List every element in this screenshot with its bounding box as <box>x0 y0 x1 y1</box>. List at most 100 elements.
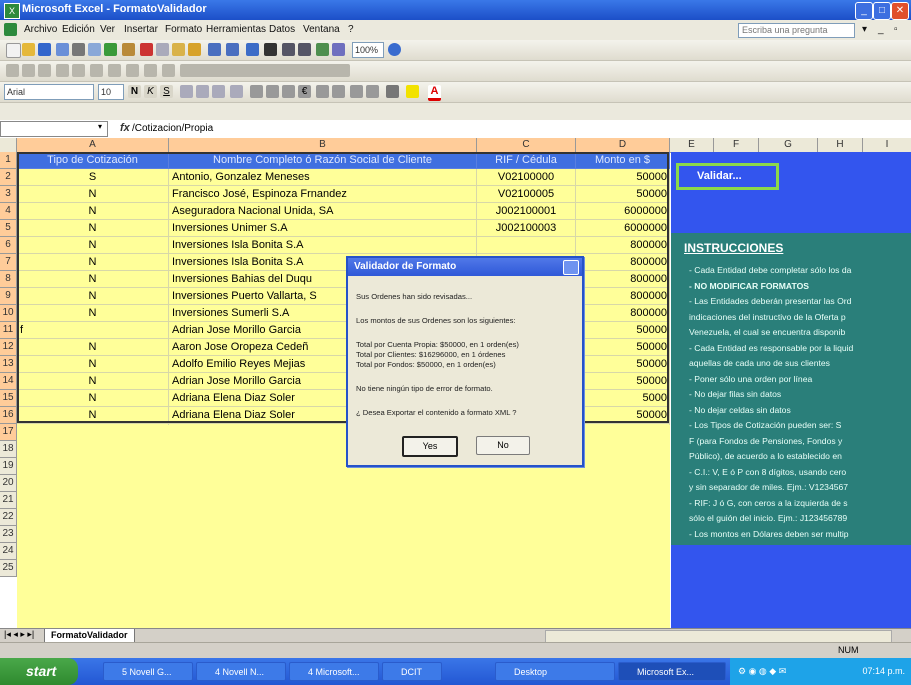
close-button[interactable]: ✕ <box>891 2 909 20</box>
table-cell[interactable]: N <box>17 203 169 220</box>
table-cell[interactable]: N <box>17 271 169 288</box>
row-header[interactable]: 21 <box>0 492 17 509</box>
table-cell[interactable]: 800000 <box>576 288 670 305</box>
row-header[interactable]: 6 <box>0 237 17 254</box>
table-cell[interactable]: 800000 <box>576 305 670 322</box>
dialog-close-icon[interactable] <box>563 260 579 275</box>
table-cell[interactable]: N <box>17 288 169 305</box>
font-size-box[interactable]: 10 <box>98 84 124 100</box>
table-cell[interactable]: N <box>17 254 169 271</box>
task-item[interactable]: 5 Novell G... <box>103 662 193 681</box>
decrease-indent-icon[interactable] <box>350 85 363 98</box>
table-cell[interactable]: N <box>17 339 169 356</box>
row-header[interactable]: 24 <box>0 543 17 560</box>
zoom-box[interactable]: 100% <box>352 42 384 58</box>
table-cell[interactable]: N <box>17 237 169 254</box>
row-header[interactable]: 10 <box>0 305 17 322</box>
review-icon-9[interactable] <box>144 64 157 77</box>
review-icon-6[interactable] <box>90 64 103 77</box>
drawing-icon[interactable] <box>332 43 345 56</box>
help-icon[interactable] <box>388 43 401 56</box>
column-header-d[interactable]: D <box>576 138 670 153</box>
table-cell[interactable]: N <box>17 373 169 390</box>
save-icon[interactable] <box>38 43 51 56</box>
table-cell[interactable]: 5000 <box>576 390 670 407</box>
row-header[interactable]: 7 <box>0 254 17 271</box>
open-icon[interactable] <box>22 43 35 56</box>
select-all-corner[interactable] <box>0 138 17 153</box>
ask-dropdown-icon[interactable]: ▾ <box>862 24 867 35</box>
table-cell[interactable]: 50000 <box>576 407 670 424</box>
euro-icon[interactable]: € <box>298 85 311 98</box>
name-box[interactable] <box>0 121 108 137</box>
menu-herramientas[interactable]: Herramientas <box>206 24 266 35</box>
row-header[interactable]: 13 <box>0 356 17 373</box>
table-cell[interactable]: N <box>17 390 169 407</box>
table-cell[interactable]: N <box>17 305 169 322</box>
review-icon-5[interactable] <box>72 64 85 77</box>
row-header[interactable]: 5 <box>0 220 17 237</box>
row-header[interactable]: 19 <box>0 458 17 475</box>
no-button[interactable]: No <box>476 436 530 455</box>
formula-input[interactable]: /Cotizacion/Propia <box>132 123 213 134</box>
review-commands-area[interactable] <box>180 64 350 77</box>
table-cell[interactable]: 50000 <box>576 169 670 186</box>
underline-icon[interactable]: S <box>160 85 173 98</box>
undo-icon[interactable] <box>208 43 221 56</box>
table-cell[interactable]: 800000 <box>576 271 670 288</box>
cut-icon[interactable] <box>140 43 153 56</box>
sheet-tab-formatovalidador[interactable]: FormatoValidador <box>44 629 135 643</box>
fx-icon[interactable]: fx <box>120 122 130 134</box>
column-header-g[interactable]: G <box>759 138 818 153</box>
row-header[interactable]: 25 <box>0 560 17 577</box>
align-left-icon[interactable] <box>180 85 193 98</box>
bold-icon[interactable]: N <box>128 85 141 98</box>
table-cell[interactable]: 6000000 <box>576 203 670 220</box>
row-header[interactable]: 18 <box>0 441 17 458</box>
row-header[interactable]: 23 <box>0 526 17 543</box>
table-cell[interactable]: Francisco José, Espinoza Frnandez <box>169 186 477 203</box>
menu-ventana[interactable]: Ventana <box>303 24 340 35</box>
row-header[interactable]: 15 <box>0 390 17 407</box>
row-header[interactable]: 3 <box>0 186 17 203</box>
menu-edicion[interactable]: Edición <box>62 24 95 35</box>
table-cell[interactable]: J002100001 <box>477 203 576 220</box>
row-header[interactable]: 16 <box>0 407 17 424</box>
table-cell[interactable]: 50000 <box>576 339 670 356</box>
column-header-e[interactable]: E <box>670 138 714 153</box>
task-item[interactable]: Desktop <box>495 662 615 681</box>
table-header-cell[interactable]: Monto en $ <box>576 152 670 169</box>
menu-archivo[interactable]: Archivo <box>24 24 57 35</box>
review-icon-10[interactable] <box>162 64 175 77</box>
review-icon-3[interactable] <box>38 64 51 77</box>
column-header-f[interactable]: F <box>714 138 759 153</box>
spelling-icon[interactable] <box>104 43 117 56</box>
workbook-icon[interactable] <box>4 23 17 36</box>
hyperlink-icon[interactable] <box>246 43 259 56</box>
table-cell[interactable]: N <box>17 407 169 424</box>
autosum-icon[interactable] <box>264 43 277 56</box>
menu-datos[interactable]: Datos <box>269 24 295 35</box>
task-item[interactable]: DCIT <box>382 662 442 681</box>
column-header-a[interactable]: A <box>17 138 169 153</box>
merge-center-icon[interactable] <box>230 85 243 98</box>
row-header[interactable]: 4 <box>0 203 17 220</box>
row-header[interactable]: 22 <box>0 509 17 526</box>
sort-descending-icon[interactable] <box>298 43 311 56</box>
row-header[interactable]: 12 <box>0 339 17 356</box>
italic-icon[interactable]: K <box>144 85 157 98</box>
new-icon[interactable] <box>6 43 21 58</box>
table-cell[interactable] <box>477 237 576 254</box>
print-preview-icon[interactable] <box>88 43 101 56</box>
row-header[interactable]: 2 <box>0 169 17 186</box>
row-header[interactable]: 8 <box>0 271 17 288</box>
borders-icon[interactable] <box>386 85 399 98</box>
start-button[interactable]: start <box>0 658 78 685</box>
table-cell[interactable]: V02100000 <box>477 169 576 186</box>
font-color-icon[interactable]: A <box>428 85 441 101</box>
research-icon[interactable] <box>122 43 135 56</box>
column-header-h[interactable]: H <box>818 138 863 153</box>
table-cell[interactable]: N <box>17 220 169 237</box>
table-cell[interactable]: Inversiones Unimer S.A <box>169 220 477 237</box>
permission-icon[interactable] <box>56 43 69 56</box>
